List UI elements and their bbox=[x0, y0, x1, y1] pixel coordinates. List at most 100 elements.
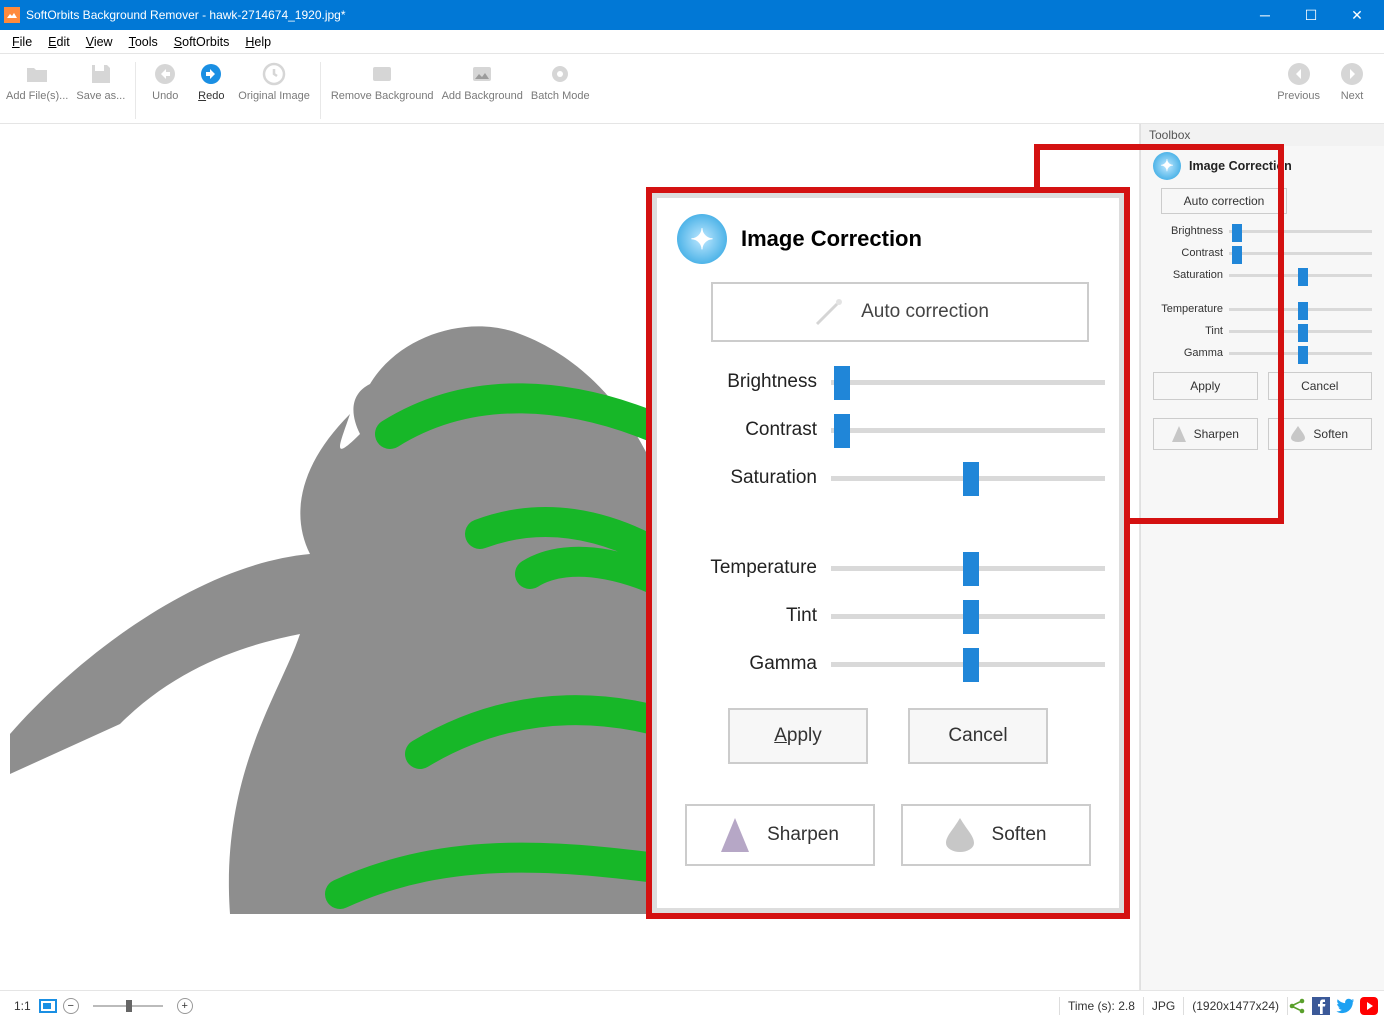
image-correction-panel-small: Image Correction Auto correction Brightn… bbox=[1145, 146, 1380, 460]
sharpen-button-sm[interactable]: Sharpen bbox=[1153, 418, 1258, 450]
sharpen-button[interactable]: Sharpen bbox=[685, 804, 875, 866]
apply-button-sm[interactable]: Apply bbox=[1153, 372, 1258, 400]
save-icon bbox=[87, 60, 115, 88]
fit-screen-icon[interactable] bbox=[39, 999, 57, 1013]
menu-tools[interactable]: Tools bbox=[121, 33, 166, 51]
image-correction-icon bbox=[1153, 152, 1181, 180]
previous-button[interactable]: Previous bbox=[1273, 58, 1324, 104]
maximize-button[interactable]: ☐ bbox=[1288, 0, 1334, 30]
image-correction-title: Image Correction bbox=[1189, 159, 1292, 173]
saturation-slider-sm[interactable] bbox=[1229, 266, 1372, 284]
sharpen-icon-big bbox=[721, 818, 749, 852]
sharpen-icon bbox=[1172, 426, 1186, 442]
temperature-slider-sm[interactable] bbox=[1229, 300, 1372, 318]
contrast-label-sm: Contrast bbox=[1153, 247, 1223, 259]
toolbox-panel: Toolbox Image Correction Auto correction… bbox=[1140, 124, 1384, 990]
add-files-label: Add File(s)... bbox=[6, 90, 68, 102]
menu-file[interactable]: File bbox=[4, 33, 40, 51]
temperature-label: Temperature bbox=[671, 557, 831, 579]
brightness-label: Brightness bbox=[671, 371, 831, 393]
save-as-label: Save as... bbox=[76, 90, 125, 102]
image-correction-panel-magnified: Image Correction Auto correction Brightn… bbox=[652, 193, 1124, 913]
twitter-icon[interactable] bbox=[1336, 997, 1354, 1015]
next-label: Next bbox=[1341, 90, 1364, 102]
previous-label: Previous bbox=[1277, 90, 1320, 102]
format-status: JPG bbox=[1144, 999, 1183, 1013]
next-button[interactable]: Next bbox=[1330, 58, 1374, 104]
facebook-icon[interactable] bbox=[1312, 997, 1330, 1015]
gamma-label: Gamma bbox=[671, 653, 831, 675]
zoom-slider[interactable] bbox=[83, 997, 173, 1015]
redo-label: Redo bbox=[198, 90, 224, 102]
auto-correction-button-big[interactable]: Auto correction bbox=[711, 282, 1089, 342]
temperature-label-sm: Temperature bbox=[1153, 303, 1223, 315]
arrow-right-circle-icon bbox=[1338, 60, 1366, 88]
tint-slider-sm[interactable] bbox=[1229, 322, 1372, 340]
menu-view[interactable]: View bbox=[78, 33, 121, 51]
image-correction-icon-big bbox=[677, 214, 727, 264]
youtube-icon[interactable] bbox=[1360, 997, 1378, 1015]
menu-bar: File Edit View Tools SoftOrbits Help bbox=[0, 30, 1384, 54]
batch-mode-label: Batch Mode bbox=[531, 90, 590, 102]
soften-icon-big bbox=[946, 818, 974, 852]
gear-icon bbox=[546, 60, 574, 88]
redo-button[interactable]: Redo bbox=[188, 58, 234, 104]
toolbox-header: Toolbox bbox=[1141, 124, 1384, 146]
saturation-label-sm: Saturation bbox=[1153, 269, 1223, 281]
close-button[interactable]: ✕ bbox=[1334, 0, 1380, 30]
zoom-out-button[interactable]: − bbox=[63, 998, 79, 1014]
remove-bg-label: Remove Background bbox=[331, 90, 434, 102]
original-image-button[interactable]: Original Image bbox=[234, 58, 314, 104]
gamma-label-sm: Gamma bbox=[1153, 347, 1223, 359]
brightness-label-sm: Brightness bbox=[1153, 225, 1223, 237]
tint-label-sm: Tint bbox=[1153, 325, 1223, 337]
time-status: Time (s): 2.8 bbox=[1060, 999, 1143, 1013]
cancel-button[interactable]: Cancel bbox=[908, 708, 1048, 764]
add-bg-icon bbox=[468, 60, 496, 88]
menu-softorbits[interactable]: SoftOrbits bbox=[166, 33, 238, 51]
soften-button[interactable]: Soften bbox=[901, 804, 1091, 866]
auto-correction-button[interactable]: Auto correction bbox=[1161, 188, 1287, 214]
magic-wand-icon bbox=[811, 294, 847, 330]
add-files-button[interactable]: Add File(s)... bbox=[2, 58, 72, 104]
save-as-button[interactable]: Save as... bbox=[72, 58, 129, 104]
share-icon[interactable] bbox=[1288, 997, 1306, 1015]
menu-help[interactable]: Help bbox=[237, 33, 279, 51]
folder-open-icon bbox=[23, 60, 51, 88]
cancel-button-sm[interactable]: Cancel bbox=[1268, 372, 1373, 400]
temperature-slider[interactable] bbox=[831, 552, 1105, 584]
saturation-slider[interactable] bbox=[831, 462, 1105, 494]
image-correction-title-big: Image Correction bbox=[741, 226, 922, 252]
redo-icon bbox=[197, 60, 225, 88]
zoom-in-button[interactable]: + bbox=[177, 998, 193, 1014]
minimize-button[interactable]: ─ bbox=[1242, 0, 1288, 30]
status-bar: 1:1 − + Time (s): 2.8 JPG (1920x1477x24) bbox=[0, 990, 1384, 1020]
ribbon-toolbar: Add File(s)... Save as... Undo Redo Orig… bbox=[0, 54, 1384, 124]
brightness-slider-sm[interactable] bbox=[1229, 222, 1372, 240]
window-title: SoftOrbits Background Remover - hawk-271… bbox=[26, 8, 1242, 22]
remove-bg-icon bbox=[368, 60, 396, 88]
undo-icon bbox=[151, 60, 179, 88]
app-logo-icon bbox=[4, 7, 20, 23]
undo-label: Undo bbox=[152, 90, 178, 102]
remove-background-button[interactable]: Remove Background bbox=[327, 58, 438, 104]
tint-slider[interactable] bbox=[831, 600, 1105, 632]
dimensions-status: (1920x1477x24) bbox=[1184, 999, 1287, 1013]
add-background-button[interactable]: Add Background bbox=[438, 58, 527, 104]
saturation-label: Saturation bbox=[671, 467, 831, 489]
original-image-label: Original Image bbox=[238, 90, 310, 102]
zoom-ratio[interactable]: 1:1 bbox=[6, 999, 39, 1013]
batch-mode-button[interactable]: Batch Mode bbox=[527, 58, 594, 104]
gamma-slider[interactable] bbox=[831, 648, 1105, 680]
arrow-left-circle-icon bbox=[1285, 60, 1313, 88]
soften-button-sm[interactable]: Soften bbox=[1268, 418, 1373, 450]
history-icon bbox=[260, 60, 288, 88]
image-preview bbox=[0, 134, 700, 914]
undo-button[interactable]: Undo bbox=[142, 58, 188, 104]
gamma-slider-sm[interactable] bbox=[1229, 344, 1372, 362]
contrast-slider-sm[interactable] bbox=[1229, 244, 1372, 262]
contrast-slider[interactable] bbox=[831, 414, 1105, 446]
brightness-slider[interactable] bbox=[831, 366, 1105, 398]
apply-button[interactable]: Apply bbox=[728, 708, 868, 764]
menu-edit[interactable]: Edit bbox=[40, 33, 78, 51]
